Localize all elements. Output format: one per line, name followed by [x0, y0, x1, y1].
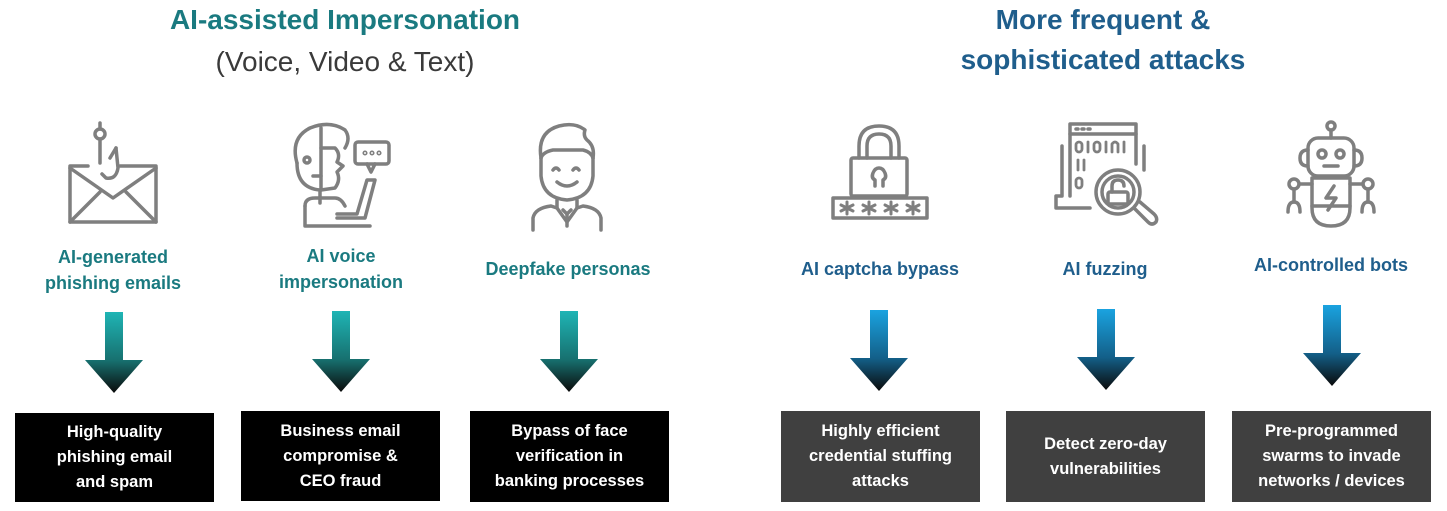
- right-title-line-1: More frequent &: [995, 4, 1211, 35]
- outcome-line: credential stuffing: [808, 447, 952, 465]
- teal-down-arrow: [84, 312, 144, 394]
- outcome-line: CEO fraud: [299, 471, 382, 490]
- outcome-line: swarms to invade: [1262, 447, 1401, 465]
- outcome-line: phishing email: [56, 448, 173, 466]
- label-deepfake-personas: Deepfake personas: [458, 256, 678, 282]
- label-line: AI fuzzing: [1062, 259, 1148, 279]
- outcome-box-phishing: High-quality phishing email and spam: [15, 413, 214, 502]
- outcome-box-face-verification: Bypass of face verification in banking p…: [470, 411, 669, 502]
- outcome-box-zero-day: Detect zero-day vulnerabilities: [1006, 411, 1205, 502]
- outcome-box-bec-fraud: Business email compromise & CEO fraud: [241, 411, 440, 501]
- outcome-line: Business email: [280, 421, 401, 440]
- blue-down-arrow: [849, 310, 909, 392]
- label-ai-voice-impersonation: AI voice impersonation: [231, 243, 451, 295]
- left-section-title: AI-assisted Impersonation: [169, 4, 521, 35]
- outcome-line: High-quality: [66, 423, 163, 441]
- teal-down-arrow: [311, 311, 371, 393]
- blue-down-arrow: [1302, 305, 1362, 387]
- left-section-subtitle: (Voice, Video & Text): [215, 46, 475, 77]
- right-title-line-2: sophisticated attacks: [960, 44, 1246, 75]
- code-search-lock-icon: [1050, 118, 1160, 233]
- robot-icon: [1276, 118, 1386, 233]
- outcome-line: Pre-programmed: [1265, 422, 1398, 440]
- outcome-line: compromise &: [283, 446, 398, 465]
- label-line: Deepfake personas: [485, 259, 651, 279]
- blue-down-arrow: [1076, 309, 1136, 391]
- outcome-line: Detect zero-day: [1044, 434, 1167, 453]
- label-ai-captcha-bypass: AI captcha bypass: [770, 256, 990, 282]
- label-ai-generated-phishing: AI-generated phishing emails: [3, 244, 223, 296]
- label-line: AI voice: [306, 246, 376, 266]
- outcome-line: vulnerabilities: [1050, 459, 1161, 478]
- teal-down-arrow: [539, 311, 599, 393]
- password-lock-icon: [825, 118, 935, 233]
- outcome-box-credential-stuffing: Highly efficient credential stuffing att…: [781, 411, 980, 502]
- label-line: impersonation: [278, 272, 403, 292]
- outcome-line: Highly efficient: [821, 422, 940, 440]
- label-line: AI-controlled bots: [1254, 255, 1408, 275]
- outcome-line: networks / devices: [1258, 472, 1405, 490]
- outcome-line: Bypass of face: [511, 422, 628, 440]
- voice-impersonation-person-icon: [285, 118, 395, 233]
- outcome-line: attacks: [852, 472, 909, 490]
- label-line: AI-generated: [57, 247, 169, 267]
- outcome-line: and spam: [75, 473, 154, 491]
- right-section-title: More frequent & sophisticated attacks: [903, 0, 1303, 80]
- label-ai-fuzzing: AI fuzzing: [995, 256, 1215, 282]
- label-line: AI captcha bypass: [800, 259, 960, 279]
- outcome-box-bot-swarms: Pre-programmed swarms to invade networks…: [1232, 411, 1431, 502]
- outcome-line: verification in: [515, 447, 624, 465]
- phishing-email-hook-icon: [58, 118, 168, 233]
- outcome-line: banking processes: [494, 472, 645, 490]
- label-ai-controlled-bots: AI-controlled bots: [1221, 252, 1441, 278]
- label-line: phishing emails: [44, 273, 182, 293]
- deepfake-persona-icon: [513, 118, 623, 233]
